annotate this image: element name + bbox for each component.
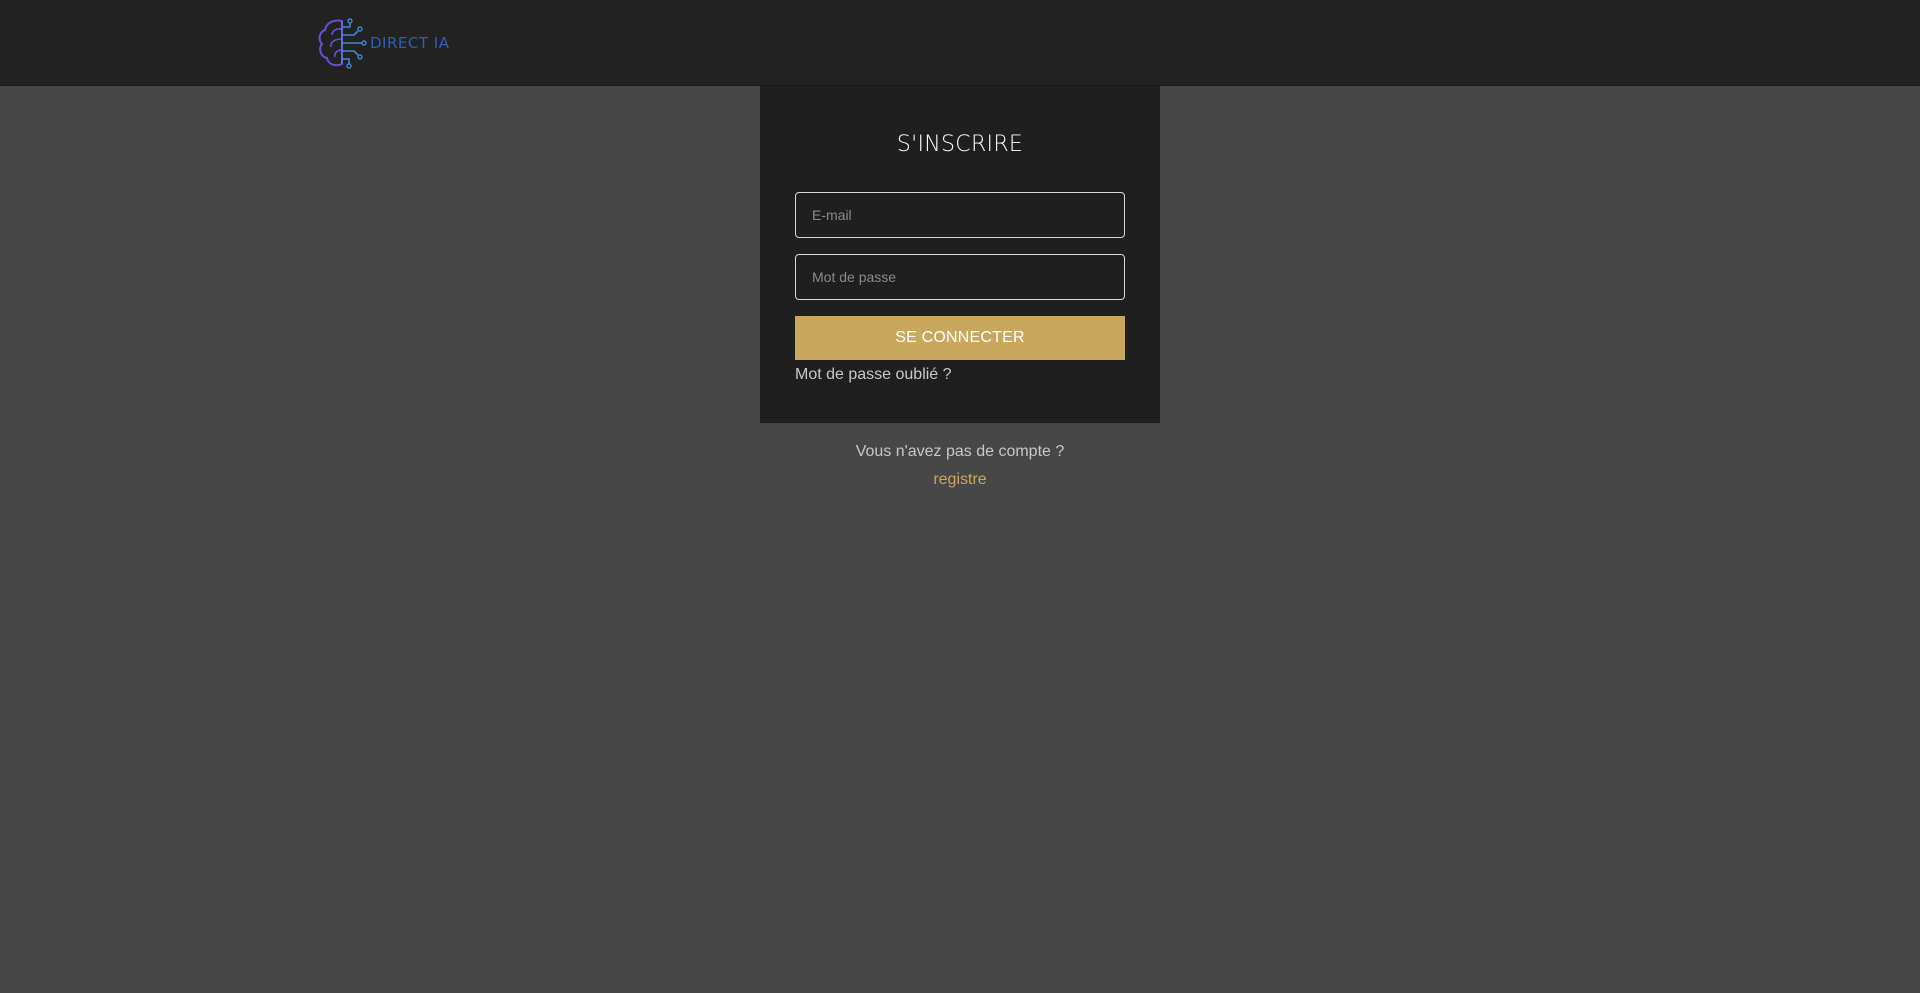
password-input[interactable] xyxy=(795,254,1125,300)
login-button[interactable]: SE CONNECTER xyxy=(795,316,1125,360)
logo-text: DIRECT IA xyxy=(370,34,450,52)
logo-link[interactable]: DIRECT IA xyxy=(314,15,449,71)
email-input[interactable] xyxy=(795,192,1125,238)
register-link[interactable]: registre xyxy=(760,471,1160,489)
no-account-text: Vous n'avez pas de compte ? xyxy=(855,443,1065,460)
forgot-password-link[interactable]: Mot de passe oublié ? xyxy=(795,366,952,384)
brain-circuit-icon xyxy=(314,15,370,71)
login-card: S'INSCRIRE SE CONNECTER Mot de passe oub… xyxy=(760,86,1160,423)
top-navbar: DIRECT IA xyxy=(0,0,1920,86)
page-title: S'INSCRIRE xyxy=(896,132,1024,157)
